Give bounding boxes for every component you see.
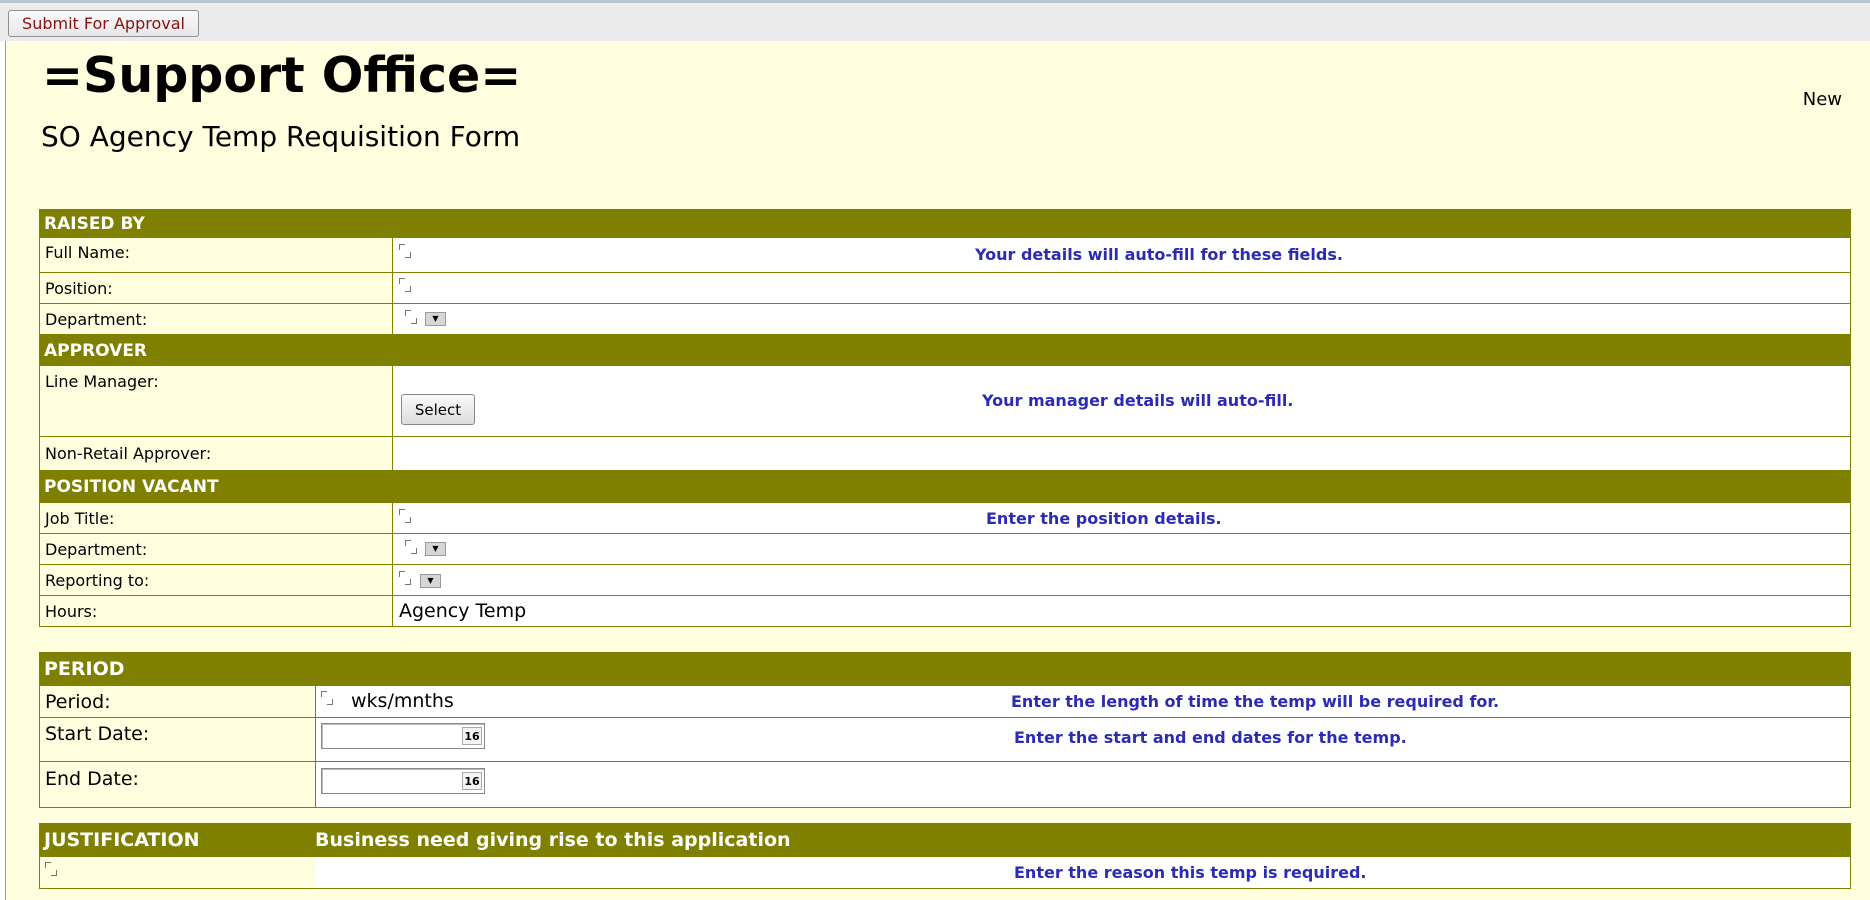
non-retail-approver-value xyxy=(393,437,1850,470)
raised-by-section: RAISED BY Full Name: Your details will a… xyxy=(39,209,1851,627)
justification-field[interactable] xyxy=(45,862,65,876)
position-label: Position: xyxy=(40,273,393,303)
non-retail-approver-label: Non-Retail Approver: xyxy=(40,437,393,470)
justification-hint: Enter the reason this temp is required. xyxy=(1014,863,1367,882)
position-hint: Enter the position details. xyxy=(986,509,1222,528)
hours-value: Agency Temp xyxy=(399,600,527,622)
end-date-input[interactable]: 16 xyxy=(321,768,485,794)
position-row: Position: xyxy=(39,273,1851,304)
department-dropdown-icon[interactable]: ▼ xyxy=(425,312,446,326)
reporting-to-row: Reporting to: ▼ xyxy=(39,565,1851,596)
period-header: PERIOD xyxy=(39,652,1851,686)
justification-title: JUSTIFICATION xyxy=(44,829,200,851)
job-title-field[interactable] xyxy=(399,509,419,523)
period-value: wks/mnths Enter the length of time the t… xyxy=(316,686,1850,717)
vacant-department-label: Department: xyxy=(40,534,393,564)
position-vacant-header: POSITION VACANT xyxy=(39,471,1851,503)
justification-value: Enter the reason this temp is required. xyxy=(316,857,1850,888)
reporting-to-label: Reporting to: xyxy=(40,565,393,595)
department-value: ▼ xyxy=(393,304,1850,334)
end-date-calendar-icon[interactable]: 16 xyxy=(462,772,482,790)
reporting-to-field[interactable] xyxy=(399,571,419,585)
reporting-to-value: ▼ xyxy=(393,565,1850,595)
start-date-calendar-icon[interactable]: 16 xyxy=(462,727,482,745)
justification-header: JUSTIFICATION Business need giving rise … xyxy=(39,823,1851,857)
start-date-label: Start Date: xyxy=(40,718,316,761)
period-label: Period: xyxy=(40,686,316,717)
position-value xyxy=(393,273,1850,303)
line-manager-label: Line Manager: xyxy=(40,366,393,436)
non-retail-approver-row: Non-Retail Approver: xyxy=(39,437,1851,471)
hours-label: Hours: xyxy=(40,596,393,626)
vacant-department-row: Department: ▼ xyxy=(39,534,1851,565)
line-manager-row: Line Manager: Select Your manager detail… xyxy=(39,366,1851,437)
approver-hint: Your manager details will auto-fill. xyxy=(982,391,1294,410)
end-date-label: End Date: xyxy=(40,762,316,807)
department-label: Department: xyxy=(40,304,393,334)
full-name-row: Full Name: Your details will auto-fill f… xyxy=(39,238,1851,273)
hours-value-cell: Agency Temp xyxy=(393,596,1850,626)
period-section: PERIOD Period: wks/mnths Enter the lengt… xyxy=(39,652,1851,808)
hours-row: Hours: Agency Temp xyxy=(39,596,1851,627)
toolbar: Submit For Approval xyxy=(0,0,1870,41)
status-label: New xyxy=(1802,89,1842,110)
vacant-department-dropdown-icon[interactable]: ▼ xyxy=(425,542,446,556)
date-hint: Enter the start and end dates for the te… xyxy=(1014,728,1407,747)
brand-title: =Support Office= xyxy=(42,47,522,104)
job-title-value: Enter the position details. xyxy=(393,503,1850,533)
approver-header: APPROVER xyxy=(39,335,1851,366)
end-date-value: 16 xyxy=(316,762,1850,807)
justification-subtitle: Business need giving rise to this applic… xyxy=(315,829,791,851)
select-manager-button[interactable]: Select xyxy=(401,394,475,425)
line-manager-value: Select Your manager details will auto-fi… xyxy=(393,366,1850,436)
justification-row: Enter the reason this temp is required. xyxy=(39,857,1851,889)
full-name-label: Full Name: xyxy=(40,238,393,272)
form-subtitle: SO Agency Temp Requisition Form xyxy=(41,120,521,153)
start-date-row: Start Date: 16 Enter the start and end d… xyxy=(39,718,1851,762)
department-row: Department: ▼ xyxy=(39,304,1851,335)
form-document: =Support Office= SO Agency Temp Requisit… xyxy=(5,41,1870,900)
justification-field-cell xyxy=(40,857,316,888)
job-title-row: Job Title: Enter the position details. xyxy=(39,503,1851,534)
period-field[interactable] xyxy=(321,691,341,705)
position-field[interactable] xyxy=(399,278,419,292)
submit-for-approval-button[interactable]: Submit For Approval xyxy=(8,10,199,37)
vacant-department-field[interactable] xyxy=(405,540,425,554)
start-date-input[interactable]: 16 xyxy=(321,723,485,749)
full-name-value: Your details will auto-fill for these fi… xyxy=(393,238,1850,272)
vacant-department-value: ▼ xyxy=(393,534,1850,564)
raised-by-header: RAISED BY xyxy=(39,209,1851,238)
period-row: Period: wks/mnths Enter the length of ti… xyxy=(39,686,1851,718)
justification-section: JUSTIFICATION Business need giving rise … xyxy=(39,823,1851,889)
full-name-field[interactable] xyxy=(399,244,419,258)
job-title-label: Job Title: xyxy=(40,503,393,533)
period-unit: wks/mnths xyxy=(351,690,454,712)
reporting-to-dropdown-icon[interactable]: ▼ xyxy=(420,574,441,588)
department-field[interactable] xyxy=(405,310,425,324)
start-date-value: 16 Enter the start and end dates for the… xyxy=(316,718,1850,761)
period-hint: Enter the length of time the temp will b… xyxy=(1011,692,1500,711)
raised-by-hint: Your details will auto-fill for these fi… xyxy=(975,245,1343,264)
end-date-row: End Date: 16 xyxy=(39,762,1851,808)
